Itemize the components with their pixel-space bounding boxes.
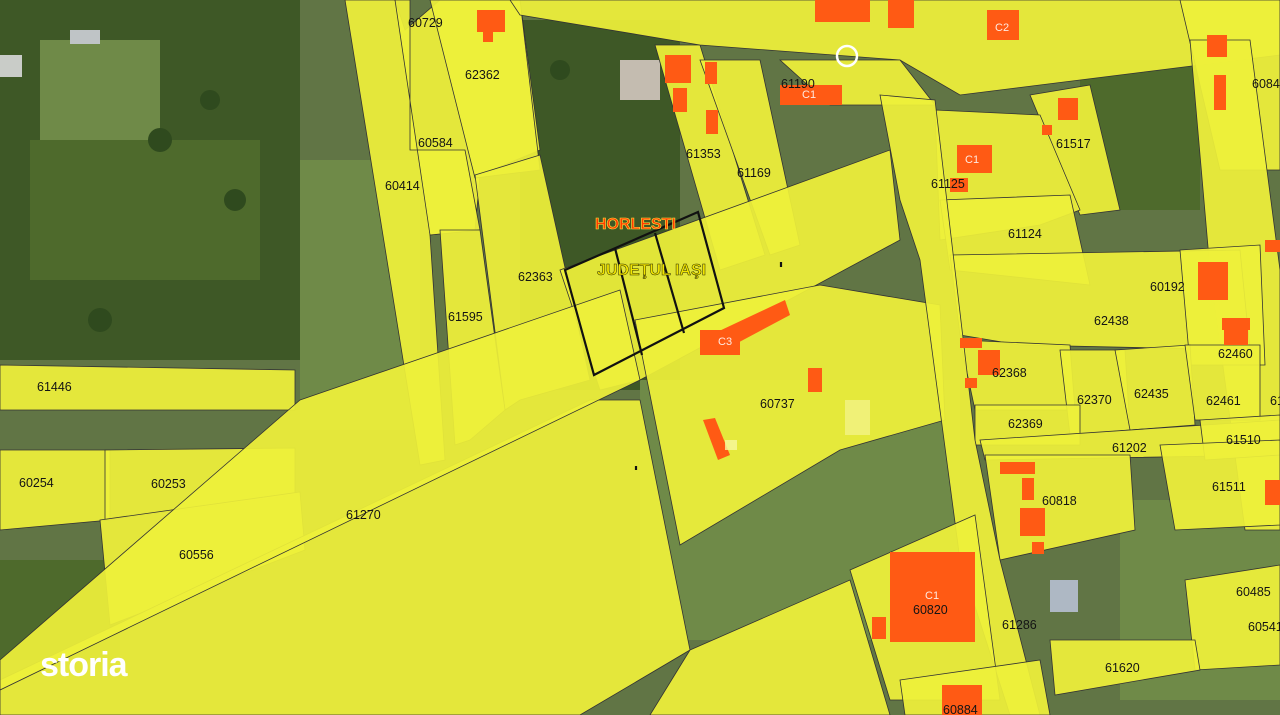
parcel-label: 61169 <box>737 166 771 180</box>
parcel-label: 60414 <box>385 179 420 193</box>
parcel-label: 62362 <box>465 68 500 82</box>
parcel-label: 60485 <box>1236 585 1271 599</box>
parcel-label: 62369 <box>1008 417 1043 431</box>
parcel-label: 62460 <box>1218 347 1253 361</box>
parcel-label: 60541 <box>1248 620 1280 634</box>
parcel-label: 62435 <box>1134 387 1169 401</box>
town-label: HORLESTI <box>595 216 676 233</box>
parcel-label: 61286 <box>1002 618 1037 632</box>
parcel-label: 60192 <box>1150 280 1185 294</box>
parcel-label: 61446 <box>37 380 72 394</box>
parcel-label: 61620 <box>1105 661 1140 675</box>
parcel-label: 60818 <box>1042 494 1077 508</box>
parcel-label: 60556 <box>179 548 214 562</box>
building-code: C2 <box>995 22 1009 34</box>
parcel-label: 6084 <box>1252 77 1280 91</box>
parcel-label: 60729 <box>408 16 443 30</box>
parcel-label: 61124 <box>1008 227 1042 241</box>
storia-logo: storia <box>40 646 128 684</box>
parcel-label: 60737 <box>760 397 795 411</box>
parcel-label: 61595 <box>448 310 483 324</box>
county-label: JUDEŢUL IAŞI <box>597 262 706 279</box>
parcel-label: 60820 <box>913 603 948 617</box>
parcel-label: 60584 <box>418 136 453 150</box>
parcel-label: 62461 <box>1206 394 1241 408</box>
parcel-label: 61270 <box>346 508 381 522</box>
cadastral-map[interactable]: 60729 62362 60584 60414 61353 61169 6119… <box>0 0 1280 715</box>
parcel-label: 61 <box>1270 394 1280 408</box>
parcel-label: 61353 <box>686 147 721 161</box>
parcel-label: 62363 <box>518 270 553 284</box>
parcel-label: 61125 <box>931 177 965 191</box>
parcel-label: 60254 <box>19 476 54 490</box>
parcel-label: 62370 <box>1077 393 1112 407</box>
parcel-label: 61511 <box>1212 480 1246 494</box>
parcel-label: 61202 <box>1112 441 1147 455</box>
building-code: C1 <box>925 590 939 602</box>
parcel-label: 61510 <box>1226 433 1261 447</box>
building-code: C1 <box>802 89 816 101</box>
parcel-label: 60253 <box>151 477 186 491</box>
parcel-label: 62438 <box>1094 314 1129 328</box>
parcel-label: 62368 <box>992 366 1027 380</box>
parcel-label: 61517 <box>1056 137 1091 151</box>
building-code: C1 <box>965 154 979 166</box>
building-code: C3 <box>718 336 732 348</box>
parcel-label: 60884 <box>943 703 978 715</box>
